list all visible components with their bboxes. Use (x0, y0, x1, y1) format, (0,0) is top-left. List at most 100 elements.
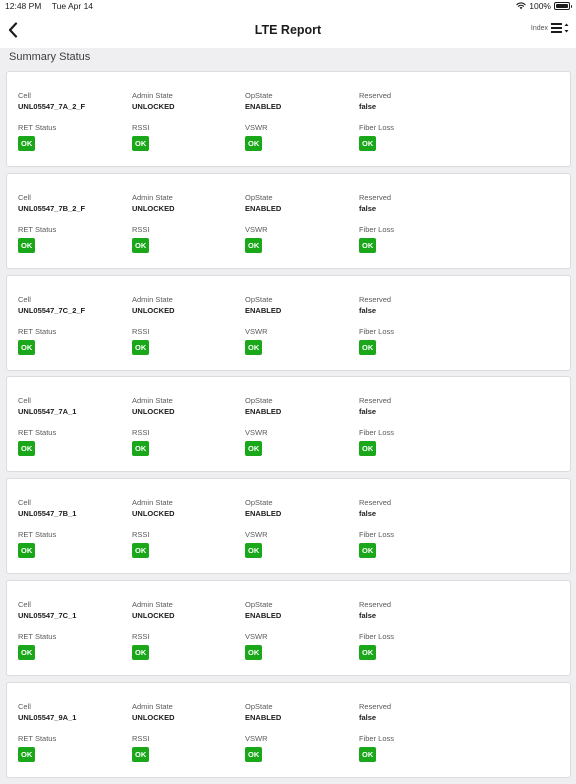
status-date: Tue Apr 14 (51, 1, 94, 11)
vswr-badge[interactable]: OK (245, 136, 263, 151)
opstate-value: ENABLED (245, 305, 282, 315)
vswr-badge[interactable]: OK (245, 543, 263, 559)
ret-status-field: RET Status OK (18, 632, 56, 660)
vswr-label: VSWR (245, 733, 268, 743)
ret-status-label: RET Status (18, 631, 57, 641)
opstate-label: OpState (245, 396, 273, 406)
cell-value: UNL05547_7B_1 (18, 509, 77, 519)
ret-status-label: RET Status (18, 530, 57, 540)
rssi-badge[interactable]: OK (132, 441, 150, 457)
fiber-loss-badge[interactable]: OK (359, 746, 377, 762)
vswr-badge[interactable]: OK (245, 237, 263, 253)
fiber-loss-label: Fiber Loss (359, 224, 395, 234)
fiber-loss-field: Fiber Loss OK (359, 327, 394, 355)
ret-status-badge[interactable]: OK (18, 237, 36, 253)
admin-state-value: UNLOCKED (132, 203, 175, 213)
fiber-loss-field: Fiber Loss OK (359, 734, 394, 762)
reserved-label: Reserved (359, 701, 392, 711)
cell-label: Cell (18, 599, 31, 609)
cell-card: Cell UNL05547_7C_1 Admin State UNLOCKED … (6, 579, 571, 676)
admin-state-value: UNLOCKED (132, 712, 175, 722)
admin-state-field: Admin State UNLOCKED (132, 91, 175, 112)
ret-status-badge[interactable]: OK (18, 339, 36, 355)
fiber-loss-badge[interactable]: OK (359, 237, 377, 253)
rssi-field: RSSI OK (132, 530, 150, 559)
opstate-label: OpState (245, 701, 273, 711)
fiber-loss-badge[interactable]: OK (359, 441, 377, 457)
index-sort-button[interactable]: Index (531, 22, 569, 34)
reserved-label: Reserved (359, 192, 392, 202)
admin-state-label: Admin State (132, 498, 173, 508)
fiber-loss-badge[interactable]: OK (359, 339, 377, 355)
vswr-field: VSWR OK (245, 327, 268, 355)
fiber-loss-label: Fiber Loss (359, 733, 395, 743)
opstate-field: OpState ENABLED (245, 702, 281, 723)
reserved-value: false (359, 407, 377, 417)
index-label: Index (530, 24, 548, 32)
reserved-value: false (359, 305, 377, 315)
vswr-badge[interactable]: OK (245, 339, 263, 355)
rssi-badge[interactable]: OK (132, 543, 150, 559)
vswr-badge[interactable]: OK (245, 644, 263, 660)
ret-status-field: RET Status OK (18, 327, 56, 355)
opstate-field: OpState ENABLED (245, 295, 281, 316)
cell-card: Cell UNL05547_9A_1 Admin State UNLOCKED … (6, 681, 571, 778)
fiber-loss-label: Fiber Loss (359, 428, 395, 438)
rssi-badge[interactable]: OK (132, 339, 150, 355)
status-left: 12:48 PM Tue Apr 14 (5, 0, 93, 12)
cell-value: UNL05547_9A_1 (18, 712, 77, 722)
rssi-field: RSSI OK (132, 632, 150, 660)
page-title: LTE Report (254, 23, 322, 37)
vswr-label: VSWR (245, 530, 268, 540)
cell-label: Cell (18, 396, 31, 406)
navigation-bar: LTE Report Index (0, 12, 576, 48)
vswr-field: VSWR OK (245, 734, 268, 762)
ret-status-label: RET Status (18, 224, 57, 234)
admin-state-field: Admin State UNLOCKED (132, 396, 175, 417)
vswr-badge[interactable]: OK (245, 441, 263, 457)
vswr-field: VSWR OK (245, 225, 268, 253)
ret-status-badge[interactable]: OK (18, 543, 36, 559)
admin-state-value: UNLOCKED (132, 102, 175, 111)
fiber-loss-label: Fiber Loss (359, 123, 395, 132)
cell-card: Cell UNL05547_7B_2_F Admin State UNLOCKE… (6, 172, 571, 269)
reserved-label: Reserved (359, 396, 392, 406)
reserved-label: Reserved (359, 294, 392, 304)
rssi-badge[interactable]: OK (132, 644, 150, 660)
rssi-badge[interactable]: OK (132, 136, 150, 151)
cell-field: Cell UNL05547_7B_1 (18, 498, 76, 519)
vswr-field: VSWR OK (245, 530, 268, 559)
vswr-badge[interactable]: OK (245, 746, 263, 762)
cell-label: Cell (18, 701, 31, 711)
reserved-label: Reserved (359, 91, 392, 100)
reserved-field: Reserved false (359, 702, 391, 723)
fiber-loss-badge[interactable]: OK (359, 644, 377, 660)
rssi-badge[interactable]: OK (132, 746, 150, 762)
opstate-field: OpState ENABLED (245, 91, 281, 112)
reserved-field: Reserved false (359, 295, 391, 316)
opstate-field: OpState ENABLED (245, 396, 281, 417)
ret-status-badge[interactable]: OK (18, 644, 36, 660)
cell-field: Cell UNL05547_7A_2_F (18, 91, 85, 112)
vswr-label: VSWR (245, 631, 268, 641)
rssi-field: RSSI OK (132, 428, 150, 457)
fiber-loss-badge[interactable]: OK (359, 543, 377, 559)
ret-status-label: RET Status (18, 123, 57, 132)
ret-status-badge[interactable]: OK (18, 441, 36, 457)
ret-status-badge[interactable]: OK (18, 136, 36, 151)
rssi-field: RSSI OK (132, 225, 150, 253)
vswr-label: VSWR (245, 428, 268, 438)
rssi-badge[interactable]: OK (132, 237, 150, 253)
admin-state-value: UNLOCKED (132, 305, 175, 315)
admin-state-label: Admin State (132, 396, 173, 406)
opstate-label: OpState (245, 91, 273, 100)
rssi-label: RSSI (132, 631, 150, 641)
vswr-label: VSWR (245, 326, 268, 336)
opstate-field: OpState ENABLED (245, 498, 281, 519)
reserved-label: Reserved (359, 498, 392, 508)
fiber-loss-label: Fiber Loss (359, 530, 395, 540)
fiber-loss-badge[interactable]: OK (359, 136, 377, 151)
admin-state-field: Admin State UNLOCKED (132, 600, 175, 621)
ret-status-badge[interactable]: OK (18, 746, 36, 762)
admin-state-value: UNLOCKED (132, 509, 175, 519)
